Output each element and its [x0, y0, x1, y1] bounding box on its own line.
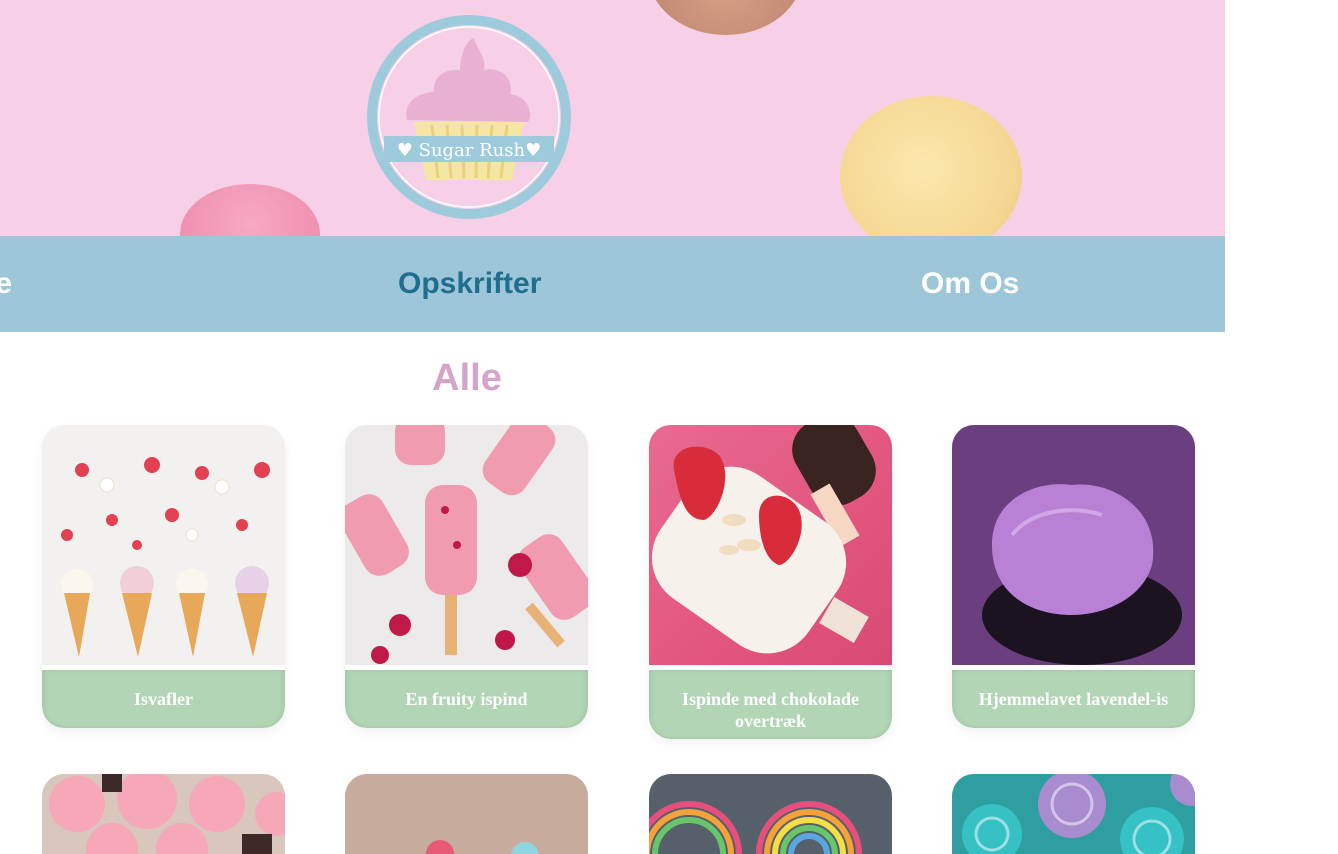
recipe-title: Ispinde med chokolade overtræk — [649, 670, 892, 739]
fruity-popsicle-image — [345, 425, 588, 665]
recipe-card[interactable]: Ispinde med chokolade overtræk — [649, 425, 892, 739]
main-navigation: Alle Opskrifter Om Os — [0, 236, 1225, 332]
macaron-image — [648, 0, 803, 35]
sugar-rush-logo[interactable]: ♥ Sugar Rush♥ — [362, 10, 576, 224]
logo-text: ♥ Sugar Rush♥ — [397, 140, 541, 161]
page-title: Alle — [432, 357, 502, 399]
recipe-title: En fruity ispind — [345, 670, 588, 728]
macaron-image — [840, 96, 1022, 236]
candy-image[interactable] — [345, 774, 588, 854]
recipe-title: Isvafler — [42, 670, 285, 728]
macaron-image — [180, 184, 320, 236]
ice-cream-cones-image — [42, 425, 285, 665]
nav-item-opskrifter[interactable]: Opskrifter — [398, 236, 541, 332]
rainbow-cake-image[interactable] — [649, 774, 892, 854]
chocolate-ice-pop-image — [649, 425, 892, 665]
frosted-cupcakes-image[interactable] — [952, 774, 1195, 854]
nav-item-alle[interactable]: Alle — [0, 236, 12, 332]
cupcakes-image[interactable] — [42, 774, 285, 854]
recipe-title: Hjemmelavet lavendel-is — [952, 670, 1195, 728]
hero-banner: ♥ Sugar Rush♥ — [0, 0, 1225, 236]
recipe-card[interactable]: Hjemmelavet lavendel-is — [952, 425, 1195, 728]
recipe-card[interactable]: Isvafler — [42, 425, 285, 728]
lavender-ice-cream-image — [952, 425, 1195, 665]
recipe-card[interactable]: En fruity ispind — [345, 425, 588, 728]
nav-item-om-os[interactable]: Om Os — [921, 236, 1019, 332]
